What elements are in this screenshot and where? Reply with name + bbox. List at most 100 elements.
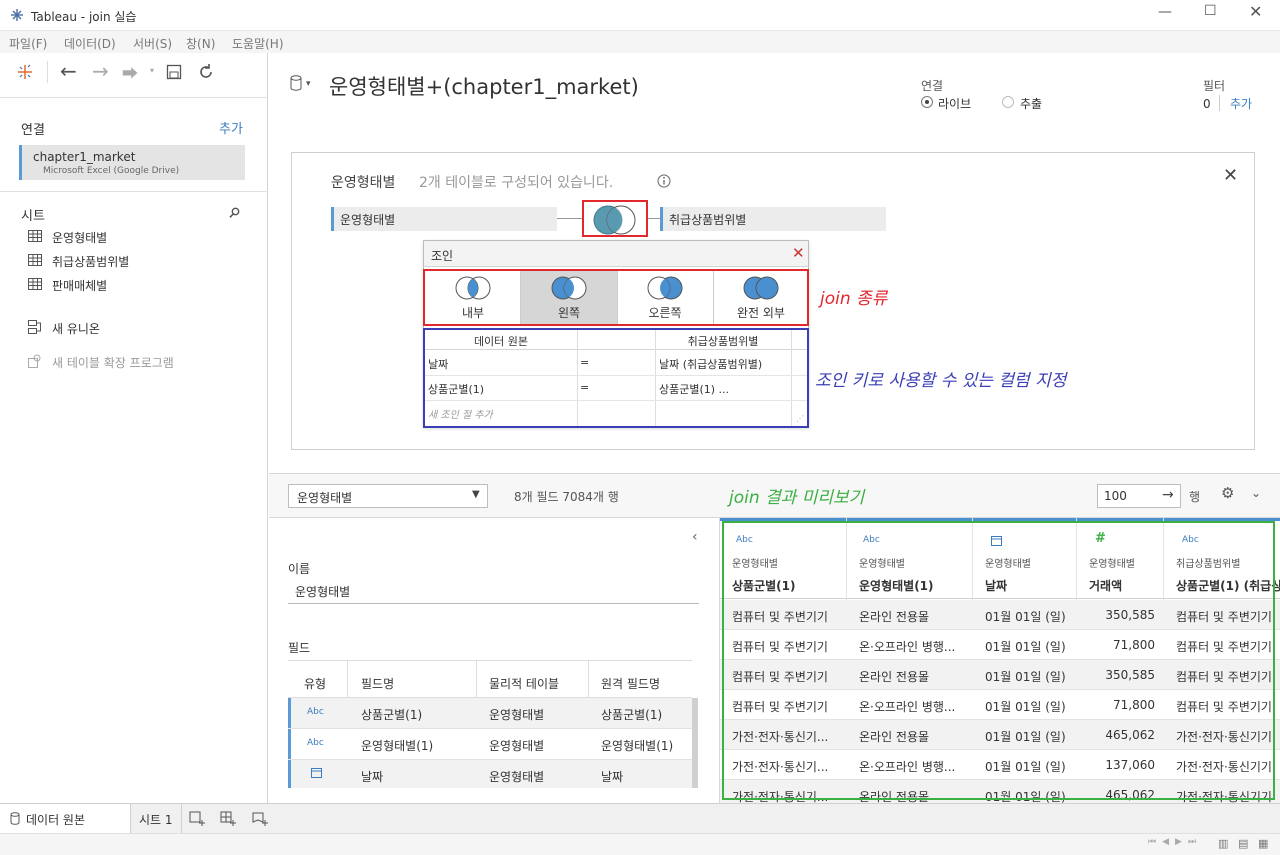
- forward-icon[interactable]: →: [92, 59, 109, 83]
- fields-scrollbar[interactable]: [692, 698, 698, 788]
- resize-grip-icon[interactable]: ⋰: [796, 414, 804, 423]
- connections-label: 연결: [21, 123, 45, 138]
- column-source: 운영형태별: [732, 559, 778, 570]
- add-join-clause[interactable]: 새 조인 절 추가: [428, 406, 493, 421]
- redo-icon[interactable]: ⮕: [122, 60, 138, 84]
- rows-input[interactable]: 100 →: [1097, 484, 1181, 508]
- new-extension-item[interactable]: 새 테이블 확장 프로그램: [28, 352, 248, 372]
- info-icon[interactable]: [657, 174, 671, 188]
- join-type-inner[interactable]: 내부: [425, 271, 521, 324]
- connection-item[interactable]: chapter1_market Microsoft Excel (Google …: [19, 145, 245, 180]
- menu-help[interactable]: 도움말(H): [232, 35, 284, 52]
- close-canvas-icon[interactable]: ✕: [1223, 165, 1238, 186]
- table-row[interactable]: Abc 운영형태별(1) 운영형태별 운영형태별(1): [288, 729, 692, 759]
- table-icon: [28, 278, 42, 290]
- refresh-icon[interactable]: [197, 63, 215, 81]
- column-source: 운영형태별: [985, 559, 1031, 570]
- tab-sheet1[interactable]: 시트 1: [131, 804, 182, 833]
- table-row[interactable]: 가전·전자·통신기... 온라인 전용몰 01월 01일 (일) 465,062 가전·…: [720, 720, 1280, 750]
- minimize-button[interactable]: —: [1158, 4, 1172, 20]
- redo-dropdown-icon[interactable]: ▾: [150, 66, 154, 75]
- preview-column-header[interactable]: 운영형태별 날짜: [973, 521, 1076, 599]
- table-row[interactable]: Abc 상품군별(1) 운영형태별 상품군별(1): [288, 698, 692, 728]
- table-row[interactable]: 컴퓨터 및 주변기기 온·오프라인 병행... 01월 01일 (일) 71,800 컴…: [720, 690, 1280, 720]
- clause-2-left[interactable]: 상품군별(1): [428, 381, 484, 397]
- apply-arrow-icon[interactable]: →: [1162, 487, 1174, 503]
- annotation-join-key: 조인 키로 사용할 수 있는 컬럼 지정: [815, 371, 1067, 391]
- collapse-chevron-icon[interactable]: ⌄: [1251, 486, 1261, 500]
- save-icon[interactable]: [166, 64, 182, 80]
- table-cell: 350,585: [1105, 608, 1155, 622]
- menu-bar: 파일(F) 데이터(D) 서버(S) 창(N) 도움말(H): [0, 31, 1280, 53]
- new-story-icon[interactable]: [252, 811, 268, 827]
- preview-column-header[interactable]: Abc 운영형태별 운영형태별(1): [847, 521, 972, 599]
- join-dialog-close-icon[interactable]: ✕: [792, 244, 805, 262]
- add-connection-link[interactable]: 추가: [219, 118, 243, 137]
- menu-data[interactable]: 데이터(D): [64, 35, 116, 52]
- right-table-pill[interactable]: 취급상품범위별: [660, 207, 886, 231]
- preview-column-header[interactable]: Abc 운영형태별 상품군별(1): [720, 521, 846, 599]
- datasource-title[interactable]: 운영형태별+(chapter1_market): [329, 71, 639, 101]
- back-icon[interactable]: ←: [60, 59, 77, 83]
- table-cell: 온라인 전용몰: [859, 790, 930, 803]
- table-row[interactable]: 가전·전자·통신기... 온라인 전용몰 01월 01일 (일) 465,062 가전·…: [720, 780, 1280, 803]
- calendar-icon[interactable]: [311, 767, 322, 778]
- table-cell: 온·오프라인 병행...: [859, 640, 956, 654]
- sheet-item[interactable]: 판매매체별: [28, 275, 248, 295]
- table-row[interactable]: 날짜 운영형태별 날짜: [288, 760, 692, 788]
- datasource-dropdown-icon[interactable]: ▾: [306, 79, 311, 89]
- join-type-left[interactable]: 왼쪽: [521, 271, 617, 324]
- clause-1-left[interactable]: 날짜: [428, 356, 448, 372]
- string-type-icon[interactable]: Abc: [307, 738, 324, 748]
- clause-1-operator[interactable]: =: [580, 356, 589, 369]
- meta-name-value[interactable]: 운영형태별: [295, 583, 350, 600]
- menu-server[interactable]: 서버(S): [133, 35, 172, 52]
- field-name: 날짜: [361, 770, 384, 784]
- clause-1-right[interactable]: 날짜 (취급상품범위별): [659, 356, 762, 372]
- new-worksheet-icon[interactable]: [189, 811, 205, 827]
- new-dashboard-icon[interactable]: [220, 811, 236, 827]
- preview-column-header[interactable]: Abc 취급상품범위별 상품군별(1) (취급상: [1164, 521, 1280, 599]
- extract-label: 추출: [1020, 97, 1043, 111]
- table-row[interactable]: 컴퓨터 및 주변기기 온라인 전용몰 01월 01일 (일) 350,585 컴퓨터 및…: [720, 600, 1280, 630]
- gear-icon[interactable]: ⚙: [1221, 484, 1234, 502]
- sheet-item[interactable]: 취급상품범위별: [28, 251, 248, 271]
- table-select[interactable]: 운영형태별 ▼: [288, 484, 488, 508]
- tab-datasource[interactable]: 데이터 원본: [0, 804, 131, 833]
- table-cell: 01월 01일 (일): [985, 790, 1066, 803]
- sheet-item[interactable]: 운영형태별: [28, 227, 248, 247]
- datasource-icon[interactable]: [290, 75, 302, 91]
- tableau-home-icon[interactable]: [16, 63, 34, 81]
- column-source: 운영형태별: [859, 559, 905, 570]
- extract-radio[interactable]: [1002, 96, 1014, 108]
- new-union-item[interactable]: 새 유니온: [28, 318, 248, 338]
- collapse-meta-icon[interactable]: ‹: [692, 529, 698, 545]
- string-type-icon[interactable]: Abc: [307, 707, 324, 717]
- clause-2-right[interactable]: 상품군별(1) ...: [659, 381, 729, 397]
- live-radio[interactable]: [921, 96, 933, 108]
- left-table-pill[interactable]: 운영형태별: [331, 207, 557, 231]
- join-icon-button[interactable]: [582, 200, 648, 237]
- search-icon[interactable]: [229, 207, 240, 218]
- join-type-right-label: 오른쪽: [648, 306, 682, 320]
- add-filter-link[interactable]: 추가: [1230, 95, 1252, 112]
- sheet-navigation-icons[interactable]: ⏮◀▶⏭: [1148, 837, 1202, 847]
- filmstrip-icon[interactable]: ▤: [1238, 837, 1248, 850]
- clause-2-operator[interactable]: =: [580, 381, 589, 394]
- tabs-view-icon[interactable]: ▦: [1258, 837, 1268, 850]
- table-cell: 컴퓨터 및 주변기기: [732, 700, 828, 714]
- table-row[interactable]: 가전·전자·통신기... 온·오프라인 병행... 01월 01일 (일) 137,0…: [720, 750, 1280, 780]
- window-title: Tableau - join 실습: [31, 10, 137, 24]
- join-type-right[interactable]: 오른쪽: [617, 271, 713, 324]
- maximize-button[interactable]: ☐: [1204, 3, 1217, 19]
- table-row[interactable]: 컴퓨터 및 주변기기 온·오프라인 병행... 01월 01일 (일) 71,800 컴…: [720, 630, 1280, 660]
- sheet-sorter-icon[interactable]: ▥: [1218, 837, 1228, 850]
- preview-column-header[interactable]: # 운영형태별 거래액: [1077, 521, 1163, 599]
- close-window-button[interactable]: ✕: [1249, 2, 1262, 21]
- table-row[interactable]: 컴퓨터 및 주변기기 온라인 전용몰 01월 01일 (일) 350,585 컴퓨터 및…: [720, 660, 1280, 690]
- sheet-item-label: 취급상품범위별: [52, 255, 130, 269]
- join-type-full-outer[interactable]: 완전 외부: [713, 271, 809, 324]
- menu-window[interactable]: 창(N): [186, 35, 215, 52]
- left-table-label: 운영형태별: [340, 213, 396, 227]
- menu-file[interactable]: 파일(F): [9, 35, 47, 52]
